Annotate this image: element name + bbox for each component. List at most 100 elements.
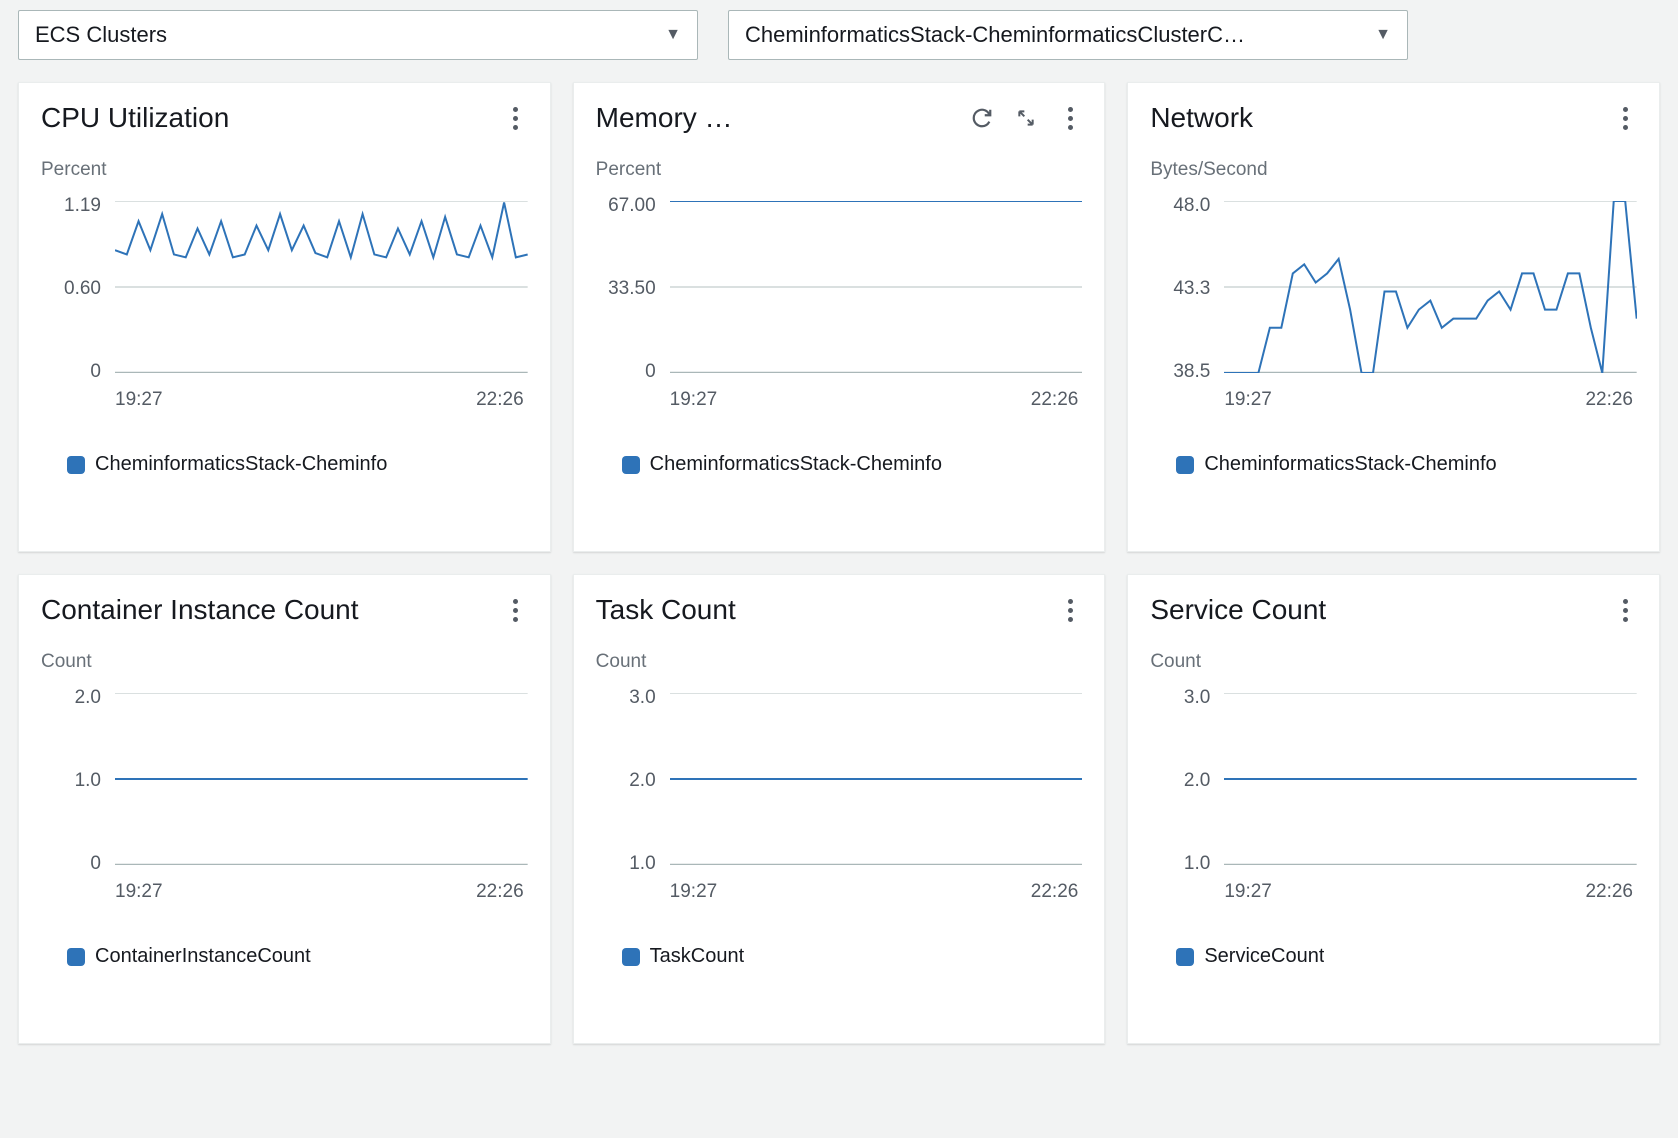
card-actions (1613, 598, 1637, 622)
legend: CheminformaticsStack-Cheminfo (596, 453, 1083, 476)
legend-swatch (67, 456, 85, 474)
x-end: 22:26 (1031, 389, 1079, 411)
x-start: 19:27 (1224, 881, 1272, 903)
plot-area (1224, 201, 1637, 373)
chart-region: 48.0 43.3 38.5 (1150, 195, 1637, 383)
y-axis-labels: 3.0 2.0 1.0 (1150, 687, 1218, 875)
y-tick: 1.0 (596, 853, 656, 875)
expand-icon[interactable] (1014, 106, 1038, 130)
y-tick: 33.50 (596, 278, 656, 300)
card-title: CPU Utilization (41, 102, 504, 134)
y-tick: 0 (41, 361, 101, 383)
y-tick: 3.0 (1150, 687, 1210, 709)
refresh-icon[interactable] (970, 106, 994, 130)
scope-dropdown-label: ECS Clusters (35, 22, 653, 48)
card-title: Service Count (1150, 594, 1613, 626)
card-header: Service Count (1150, 593, 1637, 627)
card-header: CPU Utilization (41, 101, 528, 135)
unit-label: Count (41, 651, 528, 673)
legend: CheminformaticsStack-Cheminfo (41, 453, 528, 476)
card-actions (1613, 106, 1637, 130)
x-axis-labels: 19:27 22:26 (1150, 881, 1637, 903)
legend: CheminformaticsStack-Cheminfo (1150, 453, 1637, 476)
legend-swatch (1176, 456, 1194, 474)
card-header: Network (1150, 101, 1637, 135)
y-tick: 48.0 (1150, 195, 1210, 217)
unit-label: Bytes/Second (1150, 159, 1637, 181)
legend-label: CheminformaticsStack-Cheminfo (650, 453, 942, 476)
card-actions (504, 106, 528, 130)
x-end: 22:26 (476, 389, 524, 411)
legend-label: ContainerInstanceCount (95, 945, 311, 968)
filter-row: ECS Clusters ▼ CheminformaticsStack-Chem… (18, 10, 1660, 60)
chart-region: 3.0 2.0 1.0 (1150, 687, 1637, 875)
card-title: Task Count (596, 594, 1059, 626)
card-actions (1058, 598, 1082, 622)
legend: ContainerInstanceCount (41, 945, 528, 968)
legend: ServiceCount (1150, 945, 1637, 968)
y-tick: 1.0 (1150, 853, 1210, 875)
more-menu-icon[interactable] (1058, 106, 1082, 130)
chart-card-memory: Memory … Percent 67.00 33.50 0 19:27 22:26 Chem… (573, 82, 1106, 552)
y-tick: 0 (596, 361, 656, 383)
x-start: 19:27 (670, 881, 718, 903)
legend-label: CheminformaticsStack-Cheminfo (95, 453, 387, 476)
y-tick: 1.0 (41, 770, 101, 792)
x-axis-labels: 19:2722:26 (41, 881, 528, 903)
y-axis-labels: 3.02.01.0 (596, 687, 664, 875)
plot-area (1224, 693, 1637, 865)
legend-swatch (1176, 948, 1194, 966)
y-tick: 2.0 (41, 687, 101, 709)
more-menu-icon[interactable] (1613, 106, 1637, 130)
legend-label: ServiceCount (1204, 945, 1324, 968)
chart-region: 2.0 1.0 0 (41, 687, 528, 875)
card-header: Container Instance Count (41, 593, 528, 627)
scope-dropdown[interactable]: ECS Clusters ▼ (18, 10, 698, 60)
more-menu-icon[interactable] (1613, 598, 1637, 622)
y-axis-labels: 67.00 33.50 0 (596, 195, 664, 383)
y-tick: 67.00 (596, 195, 656, 217)
chart-region: 67.00 33.50 0 (596, 195, 1083, 383)
unit-label: Count (596, 651, 1083, 673)
unit-label: Percent (596, 159, 1083, 181)
chart-card-cpu: CPU Utilization Percent 1.19 0.60 0 19:27 22:2… (18, 82, 551, 552)
more-menu-icon[interactable] (1058, 598, 1082, 622)
chart-region: 1.19 0.60 0 (41, 195, 528, 383)
legend-label: CheminformaticsStack-Cheminfo (1204, 453, 1496, 476)
x-axis-labels: 19:27 22:26 (596, 389, 1083, 411)
chart-card-task: Task CountCount3.02.01.019:2722:26TaskCo… (573, 574, 1106, 1044)
x-start: 19:27 (115, 389, 163, 411)
y-tick: 1.19 (41, 195, 101, 217)
more-menu-icon[interactable] (504, 598, 528, 622)
unit-label: Count (1150, 651, 1637, 673)
y-axis-labels: 1.19 0.60 0 (41, 195, 109, 383)
y-tick: 2.0 (1150, 770, 1210, 792)
y-tick: 43.3 (1150, 278, 1210, 300)
x-end: 22:26 (1585, 881, 1633, 903)
chevron-down-icon: ▼ (665, 26, 681, 44)
legend: TaskCount (596, 945, 1083, 968)
chart-card-service: Service Count Count 3.0 2.0 1.0 19:27 22:26 Ser… (1127, 574, 1660, 1044)
x-start: 19:27 (1224, 389, 1272, 411)
y-tick: 2.0 (596, 770, 656, 792)
legend-swatch (622, 456, 640, 474)
y-tick: 38.5 (1150, 361, 1210, 383)
chart-grid: CPU Utilization Percent 1.19 0.60 0 19:27 22:2… (18, 82, 1660, 1044)
card-title: Memory … (596, 102, 971, 134)
resource-dropdown[interactable]: CheminformaticsStack-CheminformaticsClus… (728, 10, 1408, 60)
plot-area (670, 693, 1083, 865)
legend-swatch (622, 948, 640, 966)
plot-area (115, 201, 528, 373)
card-title: Container Instance Count (41, 594, 504, 626)
chart-region: 3.02.01.0 (596, 687, 1083, 875)
x-end: 22:26 (1031, 881, 1079, 903)
x-start: 19:27 (670, 389, 718, 411)
y-tick: 0 (41, 853, 101, 875)
chevron-down-icon: ▼ (1375, 26, 1391, 44)
more-menu-icon[interactable] (504, 106, 528, 130)
y-tick: 0.60 (41, 278, 101, 300)
y-axis-labels: 2.0 1.0 0 (41, 687, 109, 875)
y-axis-labels: 48.0 43.3 38.5 (1150, 195, 1218, 383)
unit-label: Percent (41, 159, 528, 181)
card-header: Memory … (596, 101, 1083, 135)
